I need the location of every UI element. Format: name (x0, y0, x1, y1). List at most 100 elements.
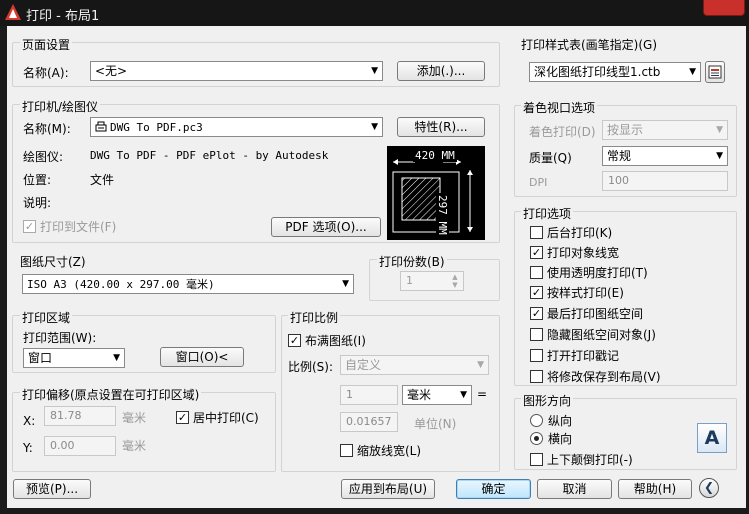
option-box: ✓ (530, 246, 543, 259)
plot-scale-title: 打印比例 (288, 309, 341, 326)
paper-size-value: ISO A3 (420.00 x 297.00 毫米) (27, 278, 215, 291)
collapse-options-button[interactable]: ❮ (699, 478, 719, 498)
scale-denominator-input[interactable]: 0.01657 (340, 412, 398, 432)
plot-dialog: 页面设置 名称(A): <无> ▼ 添加(.)... 打印机/绘图仪 名称(M)… (7, 26, 746, 508)
option-box (530, 226, 543, 239)
spin-up-icon[interactable]: ▲ (449, 273, 461, 281)
quality-select[interactable]: 常规 ▼ (602, 146, 728, 166)
scale-equals: = (477, 387, 488, 401)
copies-spinner[interactable]: 1 ▲ ▼ (400, 271, 464, 291)
spin-down-icon[interactable]: ▼ (449, 281, 461, 289)
orientation-preview-icon: A (697, 423, 727, 453)
plot-style-table-title: 打印样式表(画笔指定)(G) (521, 38, 658, 52)
scale-lineweights-checkbox[interactable]: 缩放线宽(L) (340, 442, 421, 459)
apply-to-layout-button[interactable]: 应用到布局(U) (341, 479, 435, 499)
printer-name-label: 名称(M): (23, 122, 71, 136)
cancel-button[interactable]: 取消 (537, 479, 612, 499)
chevron-down-icon: ▼ (371, 122, 378, 132)
print-to-file-checkbox[interactable]: ✓ 打印到文件(F) (23, 218, 116, 235)
offset-y-label: Y: (23, 441, 33, 455)
close-button[interactable] (703, 0, 745, 16)
fit-to-paper-box: ✓ (288, 334, 301, 347)
dpi-input[interactable]: 100 (602, 171, 728, 191)
portrait-radio[interactable]: 纵向 (530, 412, 572, 429)
option-label: 隐藏图纸空间对象(J) (547, 328, 656, 342)
orientation-title: 图形方向 (521, 392, 574, 409)
page-setup-name-select[interactable]: <无> ▼ (90, 61, 383, 81)
scale-select[interactable]: 自定义 ▼ (340, 355, 489, 375)
scale-unit2-label: 单位(N) (414, 417, 457, 431)
option-label: 打开打印戳记 (547, 349, 620, 363)
edit-plot-style-button[interactable] (705, 61, 725, 83)
paper-size-title: 图纸尺寸(Z) (20, 255, 86, 269)
upside-down-checkbox[interactable]: 上下颠倒打印(-) (530, 451, 633, 468)
option-box: ✓ (530, 307, 543, 320)
offset-x-input[interactable]: 81.78 (44, 406, 116, 426)
plotter-icon (95, 121, 107, 132)
print-to-file-label: 打印到文件(F) (40, 220, 117, 234)
option-plot-lineweights[interactable]: ✓ 打印对象线宽 (530, 244, 619, 261)
fit-to-paper-checkbox[interactable]: ✓ 布满图纸(I) (288, 332, 366, 349)
landscape-label: 横向 (548, 432, 573, 446)
option-hide-paperspace-objects[interactable]: 隐藏图纸空间对象(J) (530, 326, 656, 343)
option-plot-paperspace-last[interactable]: ✓ 最后打印图纸空间 (530, 305, 643, 322)
option-background-plot[interactable]: 后台打印(K) (530, 224, 612, 241)
option-plot-stamp[interactable]: 打开打印戳记 (530, 347, 619, 364)
option-plot-with-styles[interactable]: ✓ 按样式打印(E) (530, 284, 624, 301)
option-box (530, 328, 543, 341)
plot-window-button[interactable]: 窗口(O)< (160, 347, 244, 367)
pdf-options-button[interactable]: PDF 选项(O)... (271, 217, 381, 237)
option-box (530, 370, 543, 383)
plot-style-table-select[interactable]: 深化图纸打印线型1.ctb ▼ (529, 62, 701, 82)
option-plot-transparency[interactable]: 使用透明度打印(T) (530, 264, 648, 281)
option-label: 打印对象线宽 (547, 246, 620, 260)
option-label: 最后打印图纸空间 (547, 307, 644, 321)
autocad-app-icon (5, 4, 21, 20)
offset-x-value: 81.78 (50, 409, 82, 422)
paper-size-select[interactable]: ISO A3 (420.00 x 297.00 毫米) ▼ (22, 274, 354, 294)
add-page-setup-button[interactable]: 添加(.)... (397, 61, 485, 81)
scale-unit-value: 毫米 (407, 388, 432, 402)
quality-value: 常规 (607, 149, 632, 163)
chevron-down-icon: ▼ (689, 67, 696, 77)
center-plot-box: ✓ (176, 411, 189, 424)
shade-plot-select[interactable]: 按显示 ▼ (602, 120, 728, 140)
shade-plot-label: 着色打印(D) (529, 125, 596, 139)
landscape-radio[interactable]: 横向 (530, 430, 572, 447)
landscape-radio-dot (530, 432, 543, 445)
preview-button[interactable]: 预览(P)... (13, 479, 91, 499)
center-plot-checkbox[interactable]: ✓ 居中打印(C) (176, 409, 259, 426)
dpi-value: 100 (608, 174, 629, 187)
dpi-label: DPI (529, 176, 548, 189)
scale-numerator-input[interactable]: 1 (340, 385, 398, 405)
edit-plot-style-icon (708, 65, 722, 79)
location-label: 位置: (23, 173, 52, 187)
offset-x-label: X: (23, 414, 36, 428)
page-setup-name-label: 名称(A): (23, 66, 69, 80)
printer-name-select[interactable]: DWG To PDF.pc3 ▼ (90, 117, 383, 137)
print-to-file-box: ✓ (23, 220, 36, 233)
option-save-to-layout[interactable]: 将修改保存到布局(V) (530, 368, 661, 385)
plot-options-title: 打印选项 (521, 205, 574, 222)
center-plot-label: 居中打印(C) (193, 411, 259, 425)
plot-style-table-value: 深化图纸打印线型1.ctb (534, 65, 661, 79)
copies-title: 打印份数(B) (377, 253, 447, 270)
plot-offset-group (12, 392, 276, 472)
option-label: 使用透明度打印(T) (547, 266, 648, 280)
shade-plot-value: 按显示 (607, 123, 644, 137)
chevron-down-icon: ▼ (477, 360, 484, 370)
offset-y-input[interactable]: 0.00 (44, 436, 116, 456)
page-setup-name-value: <无> (95, 64, 128, 78)
printer-properties-button[interactable]: 特性(R)... (397, 117, 485, 137)
plot-range-value: 窗口 (28, 351, 53, 365)
portrait-label: 纵向 (548, 414, 573, 428)
offset-y-value: 0.00 (50, 439, 75, 452)
plotter-value: DWG To PDF - PDF ePlot - by Autodesk (90, 149, 329, 162)
option-label: 按样式打印(E) (547, 286, 624, 300)
scale-lineweights-label: 缩放线宽(L) (357, 444, 422, 458)
plot-range-select[interactable]: 窗口 ▼ (23, 348, 125, 368)
help-button[interactable]: 帮助(H) (618, 479, 692, 499)
option-box (530, 266, 543, 279)
ok-button[interactable]: 确定 (456, 479, 531, 499)
scale-unit-select[interactable]: 毫米 ▼ (402, 385, 472, 405)
